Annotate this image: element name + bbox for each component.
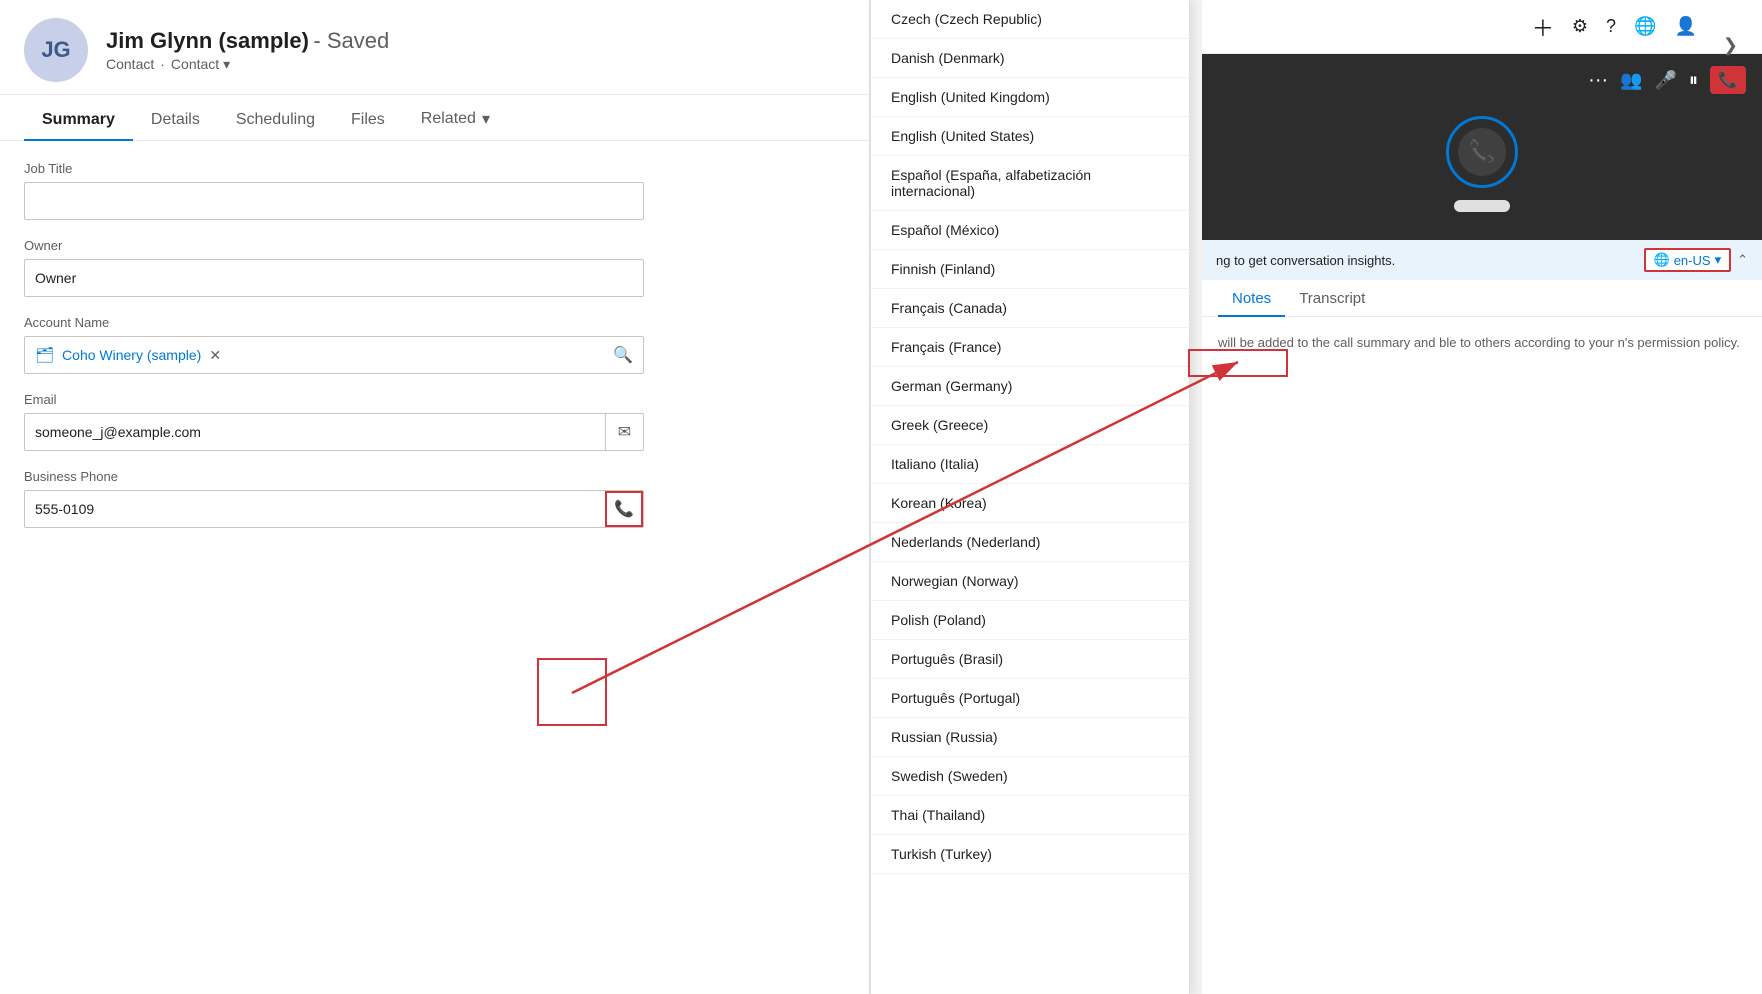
contact-type-row: Contact · Contact ▾ — [106, 56, 389, 73]
phone-call-area: ··· 👥 🎤 ⏸ 📞 📞 — [1202, 54, 1762, 240]
tab-scheduling[interactable]: Scheduling — [218, 97, 333, 141]
lang-espanol-mexico[interactable]: Español (México) — [871, 211, 1189, 250]
insights-text: ng to get conversation insights. — [1216, 253, 1395, 268]
phone-call-icon[interactable]: 📞 — [605, 491, 643, 527]
business-phone-input[interactable]: 555-0109 📞 — [24, 490, 644, 528]
more-options-icon[interactable]: ··· — [1588, 69, 1608, 92]
pause-icon[interactable]: ⏸ — [1689, 70, 1698, 91]
lang-polish[interactable]: Polish (Poland) — [871, 601, 1189, 640]
account-icon: 🗂 — [35, 346, 54, 364]
globe-icon: 🌐 — [1654, 252, 1670, 268]
lang-finnish[interactable]: Finnish (Finland) — [871, 250, 1189, 289]
contact-type2-link[interactable]: Contact ▾ — [171, 56, 230, 73]
chevron-down-icon: ▾ — [1715, 252, 1722, 268]
phone-ring-inner: 📞 — [1458, 128, 1506, 176]
lang-thai[interactable]: Thai (Thailand) — [871, 796, 1189, 835]
phone-ring: 📞 — [1446, 116, 1518, 188]
avatar: JG — [24, 18, 88, 82]
business-phone-value: 555-0109 — [25, 501, 605, 517]
tab-files[interactable]: Files — [333, 97, 403, 141]
notes-transcript-tabs: Notes Transcript — [1202, 280, 1762, 317]
email-label: Email — [24, 392, 845, 407]
user-icon[interactable]: 👤 — [1674, 16, 1696, 37]
tab-summary[interactable]: Summary — [24, 97, 133, 141]
tabs-bar: Summary Details Scheduling Files Related… — [0, 95, 869, 141]
phone-visual: 📞 — [1218, 106, 1746, 228]
lang-english-us[interactable]: English (United States) — [871, 117, 1189, 156]
gear-icon[interactable]: ⚙ — [1572, 16, 1588, 37]
email-input[interactable]: someone_j@example.com ✉ — [24, 413, 644, 451]
expand-icon[interactable]: ❯ — [1715, 27, 1746, 64]
business-phone-label: Business Phone — [24, 469, 845, 484]
collapse-icon[interactable]: ⌃ — [1737, 252, 1748, 268]
email-field-group: Email someone_j@example.com ✉ — [24, 392, 845, 451]
language-dropdown: Czech (Czech Republic) Danish (Denmark) … — [870, 0, 1190, 994]
email-send-icon[interactable]: ✉ — [605, 414, 643, 450]
lang-swedish[interactable]: Swedish (Sweden) — [871, 757, 1189, 796]
mute-icon[interactable]: 🎤 — [1655, 70, 1677, 91]
business-phone-field-group: Business Phone 555-0109 📞 — [24, 469, 845, 528]
lang-russian[interactable]: Russian (Russia) — [871, 718, 1189, 757]
lang-czech[interactable]: Czech (Czech Republic) — [871, 0, 1189, 39]
chevron-down-icon: ▾ — [223, 56, 230, 73]
lang-badge-value: en-US — [1674, 253, 1711, 268]
account-name-input[interactable]: 🗂 Coho Winery (sample) ✕ 🔍 — [24, 336, 644, 374]
job-title-input[interactable] — [24, 182, 644, 220]
call-controls: ··· 👥 🎤 ⏸ 📞 — [1218, 66, 1746, 94]
insights-bar: ng to get conversation insights. 🌐 en-US… — [1202, 240, 1762, 280]
tab-notes[interactable]: Notes — [1218, 280, 1285, 317]
phone-status-pill — [1454, 200, 1510, 212]
search-icon[interactable]: 🔍 — [613, 345, 633, 365]
language-selector[interactable]: 🌐 en-US ▾ — [1644, 248, 1732, 272]
lang-german[interactable]: German (Germany) — [871, 367, 1189, 406]
account-name-link[interactable]: Coho Winery (sample) — [62, 347, 201, 363]
notes-text: will be added to the call summary and bl… — [1218, 335, 1740, 350]
end-call-button[interactable]: 📞 — [1710, 66, 1746, 94]
lang-turkish[interactable]: Turkish (Turkey) — [871, 835, 1189, 874]
global-icon[interactable]: 🌐 — [1634, 16, 1656, 37]
owner-field-group: Owner Owner — [24, 238, 845, 297]
contact-header: JG Jim Glynn (sample) - Saved Contact · … — [0, 0, 869, 95]
lang-danish[interactable]: Danish (Denmark) — [871, 39, 1189, 78]
notes-content: will be added to the call summary and bl… — [1202, 317, 1762, 370]
contact-name: Jim Glynn (sample) — [106, 28, 309, 53]
tab-related[interactable]: Related ▾ — [403, 95, 508, 141]
contact-name-row: Jim Glynn (sample) - Saved — [106, 28, 389, 54]
participants-icon[interactable]: 👥 — [1620, 70, 1642, 91]
form-area: Job Title Owner Owner Account Name 🗂 Coh… — [0, 141, 869, 566]
lang-portugues-portugal[interactable]: Português (Portugal) — [871, 679, 1189, 718]
tab-transcript[interactable]: Transcript — [1285, 280, 1379, 317]
phone-panel-header: ＋ ⚙ ? 🌐 👤 ❯ — [1202, 0, 1762, 54]
crm-panel: JG Jim Glynn (sample) - Saved Contact · … — [0, 0, 870, 994]
contact-status: - Saved — [313, 28, 389, 53]
contact-info: Jim Glynn (sample) - Saved Contact · Con… — [106, 28, 389, 73]
lang-espanol-espana[interactable]: Español (España, alfabetización internac… — [871, 156, 1189, 211]
add-icon[interactable]: ＋ — [1532, 11, 1554, 43]
account-name-label: Account Name — [24, 315, 845, 330]
contact-type1: Contact — [106, 56, 154, 72]
tab-details[interactable]: Details — [133, 97, 218, 141]
lang-francais-canada[interactable]: Français (Canada) — [871, 289, 1189, 328]
job-title-field-group: Job Title — [24, 161, 845, 220]
owner-input[interactable]: Owner — [24, 259, 644, 297]
lang-english-uk[interactable]: English (United Kingdom) — [871, 78, 1189, 117]
job-title-label: Job Title — [24, 161, 845, 176]
lang-italiano[interactable]: Italiano (Italia) — [871, 445, 1189, 484]
lang-nederlands[interactable]: Nederlands (Nederland) — [871, 523, 1189, 562]
email-value: someone_j@example.com — [25, 424, 605, 440]
lang-korean[interactable]: Korean (Korea) — [871, 484, 1189, 523]
phone-panel: ＋ ⚙ ? 🌐 👤 ❯ ··· 👥 🎤 ⏸ 📞 📞 ng to get conv… — [1202, 0, 1762, 994]
lang-portugues-brasil[interactable]: Português (Brasil) — [871, 640, 1189, 679]
lang-norwegian[interactable]: Norwegian (Norway) — [871, 562, 1189, 601]
account-name-field-group: Account Name 🗂 Coho Winery (sample) ✕ 🔍 — [24, 315, 845, 374]
chevron-down-icon: ▾ — [482, 109, 490, 129]
owner-label: Owner — [24, 238, 845, 253]
lang-francais-france[interactable]: Français (France) — [871, 328, 1189, 367]
help-icon[interactable]: ? — [1606, 16, 1616, 37]
lang-greek[interactable]: Greek (Greece) — [871, 406, 1189, 445]
account-close-icon[interactable]: ✕ — [209, 347, 221, 364]
avatar-initials: JG — [41, 37, 70, 63]
